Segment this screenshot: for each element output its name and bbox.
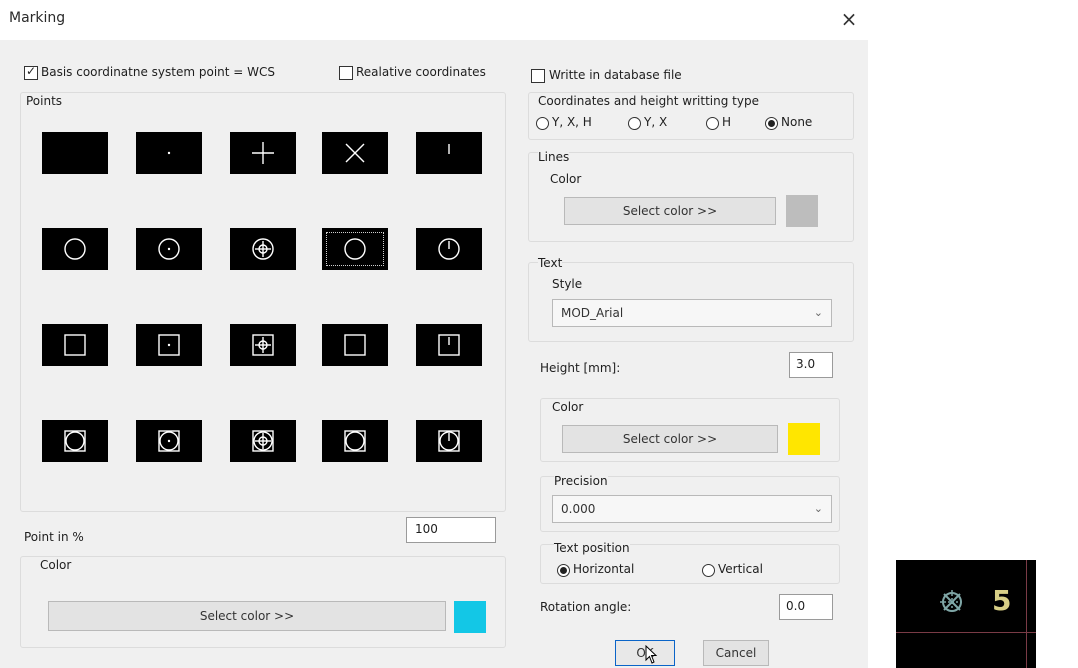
point-symbol-tick-icon[interactable] [416, 132, 482, 174]
coordinate-type-label: Coordinates and height writting type [538, 94, 759, 108]
position-horizontal-radio[interactable] [557, 564, 570, 577]
position-vertical-radio[interactable] [702, 564, 715, 577]
point-symbol-circle-dot-icon[interactable] [136, 228, 202, 270]
points-group-label: Points [26, 94, 63, 108]
write-database-checkbox[interactable] [531, 69, 545, 83]
coord-type-h-label: H [722, 115, 732, 129]
point-symbol-circle-plus-icon[interactable] [230, 228, 296, 270]
text-height-input[interactable]: 3.0 [789, 352, 833, 378]
rotation-angle-input[interactable]: 0.0 [779, 594, 833, 620]
point-symbol-dot-icon[interactable] [136, 132, 202, 174]
basis-wcs-label: Basis coordinatne system point = WCS [41, 65, 276, 79]
point-symbol-circle-tick-icon[interactable] [416, 228, 482, 270]
chevron-down-icon: ⌄ [813, 306, 823, 319]
preview-circle-x-marker-icon [940, 590, 964, 614]
text-color-label: Color [552, 400, 584, 414]
point-in-percent-input[interactable]: 100 [406, 517, 496, 543]
relative-coordinates-label: Realative coordinates [356, 65, 486, 79]
point-symbol-square-circle-tick-icon[interactable] [416, 420, 482, 462]
precision-label: Precision [554, 474, 608, 488]
point-symbol-square-icon[interactable] [42, 324, 108, 366]
marking-dialog: Marking × Basis coordinatne system point… [0, 0, 868, 668]
point-select-color-button[interactable]: Select color >> [48, 601, 446, 631]
point-symbol-circle-icon[interactable] [42, 228, 108, 270]
write-database-label: Writte in database file [549, 68, 682, 82]
coord-type-yxh-radio[interactable] [536, 117, 549, 130]
point-symbol-square-plus-icon[interactable] [230, 324, 296, 366]
dialog-title: Marking [9, 10, 66, 26]
position-vertical-label: Vertical [718, 562, 763, 576]
preview-grid-line-horizontal [896, 632, 1036, 633]
point-symbol-square-x-icon[interactable] [322, 324, 388, 366]
precision-select[interactable]: 0.000 ⌄ [552, 495, 832, 523]
point-symbol-square-tick-icon[interactable] [416, 324, 482, 366]
mouse-cursor-icon [645, 645, 658, 664]
text-height-label: Height [mm]: [540, 361, 621, 375]
text-color-swatch[interactable] [788, 423, 820, 455]
point-symbol-square-circle-dot-icon[interactable] [136, 420, 202, 462]
preview-grid-line-vertical [1026, 560, 1027, 668]
point-in-percent-label: Point in % [24, 530, 84, 544]
coord-type-yx-label: Y, X [644, 115, 668, 129]
position-horizontal-label: Horizontal [573, 562, 635, 576]
text-style-value: MOD_Arial [561, 306, 624, 320]
text-style-select[interactable]: MOD_Arial ⌄ [552, 299, 832, 327]
cancel-button[interactable]: Cancel [703, 640, 769, 666]
coord-type-none-label: None [781, 115, 813, 129]
basis-wcs-checkbox[interactable] [24, 64, 38, 80]
point-symbol-square-circle-x-icon[interactable] [322, 420, 388, 462]
chevron-down-icon: ⌄ [813, 502, 823, 515]
point-symbol-cross-icon[interactable] [322, 132, 388, 174]
rotation-angle-label: Rotation angle: [540, 600, 632, 614]
coord-type-h-radio[interactable] [706, 117, 719, 130]
preview-thumbnail: 5 [896, 560, 1036, 668]
lines-select-color-button[interactable]: Select color >> [564, 197, 776, 225]
point-symbol-empty-icon[interactable] [42, 132, 108, 174]
coord-type-none-radio[interactable] [765, 117, 778, 130]
relative-coordinates-checkbox[interactable] [339, 66, 353, 80]
text-group-label: Text [538, 256, 563, 270]
lines-color-swatch[interactable] [786, 195, 818, 227]
coord-type-yxh-label: Y, X, H [552, 115, 592, 129]
coord-type-yx-radio[interactable] [628, 117, 641, 130]
point-symbol-plus-icon[interactable] [230, 132, 296, 174]
point-color-label: Color [40, 558, 72, 572]
point-symbol-square-circle-plus-icon[interactable] [230, 420, 296, 462]
close-icon[interactable]: × [836, 6, 862, 32]
text-select-color-button[interactable]: Select color >> [562, 425, 778, 453]
precision-value: 0.000 [561, 502, 596, 516]
title-bar: Marking × [0, 0, 868, 40]
text-position-label: Text position [554, 541, 630, 555]
lines-color-label: Color [550, 172, 582, 186]
point-symbol-square-dot-icon[interactable] [136, 324, 202, 366]
lines-group-label: Lines [538, 150, 570, 164]
preview-label-text: 5 [992, 584, 1012, 617]
point-symbol-square-circle-icon[interactable] [42, 420, 108, 462]
text-style-label: Style [552, 277, 583, 291]
point-color-swatch[interactable] [454, 601, 486, 633]
point-symbol-circle-x-icon[interactable] [322, 228, 388, 270]
